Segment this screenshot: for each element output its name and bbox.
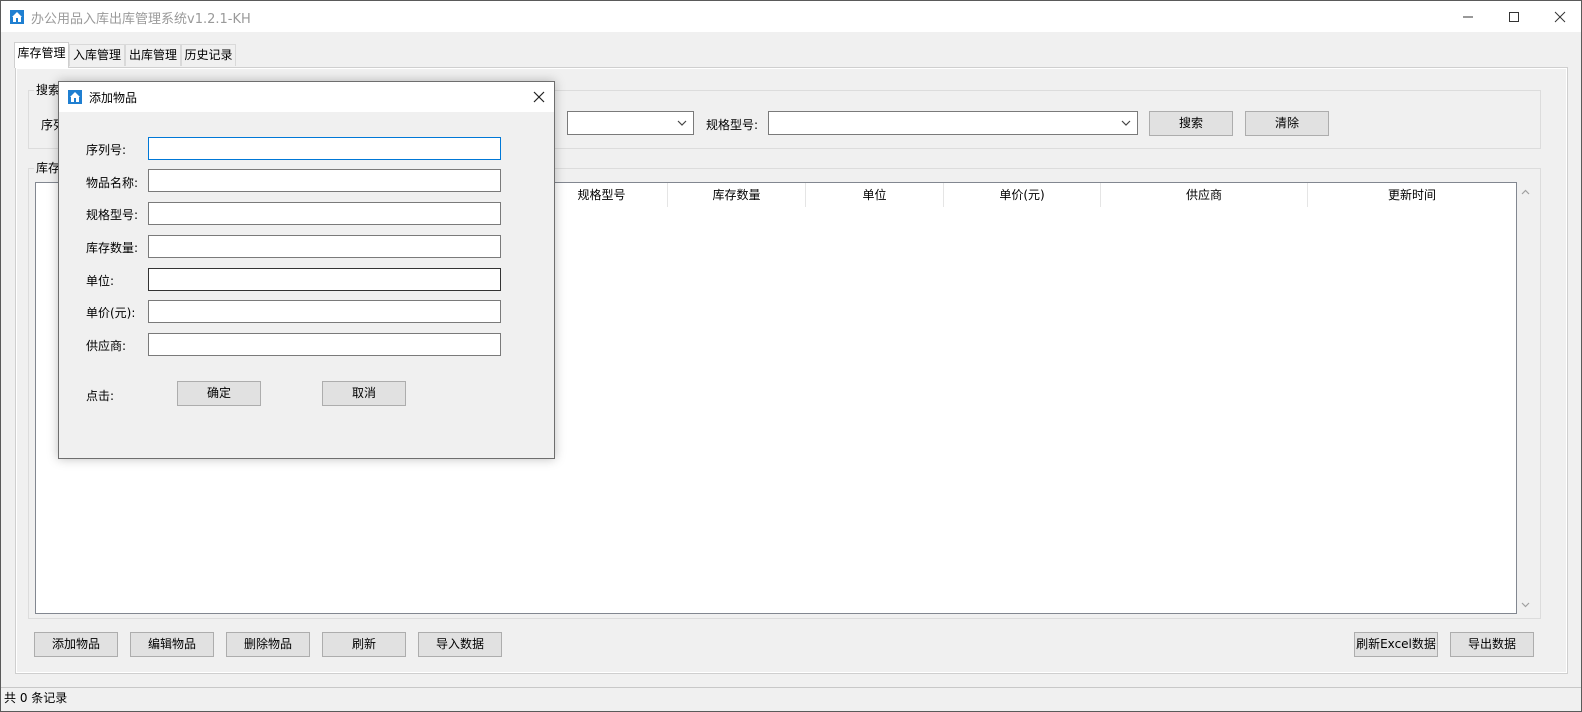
app-icon [9,9,25,25]
unit-label: 单位: [86,274,115,288]
status-bar: 共 0 条记录 [1,687,1581,711]
cancel-button[interactable]: 取消 [322,381,406,406]
tab-stock-out[interactable]: 出库管理 [125,44,181,66]
column-header-spec[interactable]: 规格型号 [536,183,668,207]
minimize-button[interactable] [1445,1,1491,32]
close-button[interactable] [1537,1,1582,32]
column-header-quantity[interactable]: 库存数量 [668,183,806,207]
scroll-down-icon[interactable] [1517,596,1534,613]
edit-item-button[interactable]: 编辑物品 [130,632,214,657]
chevron-down-icon [677,120,687,126]
window-title: 办公用品入库出库管理系统v1.2.1-KH [31,12,251,27]
unit-input[interactable] [148,268,501,291]
title-bar: 办公用品入库出库管理系统v1.2.1-KH [1,1,1581,32]
spec-combo[interactable] [768,111,1138,135]
tab-history[interactable]: 历史记录 [181,44,236,66]
dialog-title: 添加物品 [89,91,138,105]
dialog-close-button[interactable] [525,85,553,109]
tab-stock-in[interactable]: 入库管理 [69,44,125,66]
supplier-label: 供应商: [86,339,127,353]
app-icon [67,89,83,105]
close-icon [533,91,545,103]
close-icon [1554,11,1566,22]
export-data-button[interactable]: 导出数据 [1450,632,1534,657]
spec-model-input[interactable] [148,202,501,225]
unit-price-label: 单价(元): [86,306,136,320]
search-button[interactable]: 搜索 [1149,111,1233,136]
refresh-button[interactable]: 刷新 [322,632,406,657]
column-header-supplier[interactable]: 供应商 [1101,183,1308,207]
vertical-scrollbar[interactable] [1517,182,1534,614]
add-item-dialog: 添加物品 序列号: 物品名称: 规格型号: 库存数量: 单位: 单价(元): 供… [58,81,555,459]
record-count: 共 0 条记录 [4,691,68,705]
supplier-input[interactable] [148,333,501,356]
name-combo[interactable] [567,111,694,135]
item-name-label: 物品名称: [86,176,139,190]
click-label: 点击: [86,389,115,403]
clear-button[interactable]: 清除 [1245,111,1329,136]
delete-item-button[interactable]: 删除物品 [226,632,310,657]
stock-quantity-input[interactable] [148,235,501,258]
spec-search-label: 规格型号: [706,118,759,132]
tab-inventory[interactable]: 库存管理 [14,42,69,68]
dialog-title-bar: 添加物品 [59,82,554,112]
maximize-icon [1509,11,1519,22]
column-header-price[interactable]: 单价(元) [944,183,1101,207]
ok-button[interactable]: 确定 [177,381,261,406]
column-header-updated[interactable]: 更新时间 [1308,183,1516,207]
unit-price-input[interactable] [148,300,501,323]
chevron-down-icon [1121,120,1131,126]
serial-number-label: 序列号: [86,143,127,157]
refresh-excel-button[interactable]: 刷新Excel数据 [1354,632,1438,657]
stock-quantity-label: 库存数量: [86,241,139,255]
add-item-button[interactable]: 添加物品 [34,632,118,657]
column-header-unit[interactable]: 单位 [806,183,944,207]
serial-number-input[interactable] [148,137,501,160]
maximize-button[interactable] [1491,1,1537,32]
scroll-up-icon[interactable] [1517,184,1534,201]
import-data-button[interactable]: 导入数据 [418,632,502,657]
spec-model-label: 规格型号: [86,208,139,222]
minimize-icon [1463,16,1473,17]
item-name-input[interactable] [148,169,501,192]
